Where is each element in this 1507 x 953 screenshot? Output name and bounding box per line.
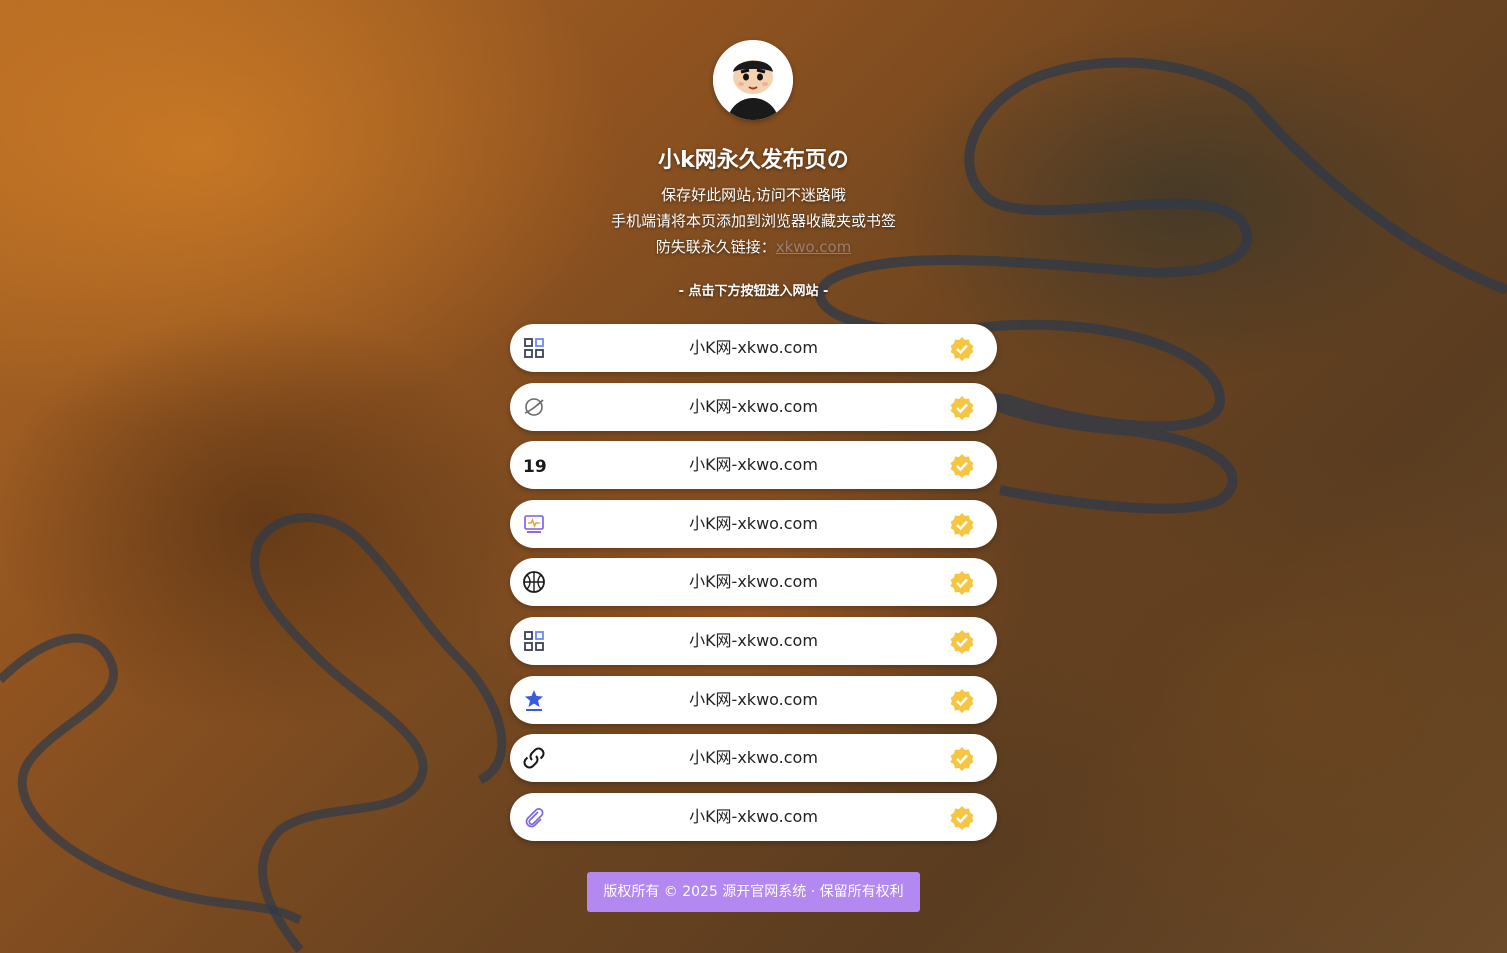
verified-badge-icon (950, 337, 974, 361)
permanent-link-label: 防失联永久链接： (655, 238, 776, 256)
site-link-button[interactable]: 小K网-xkwo.com (510, 792, 997, 841)
site-link-button[interactable]: 小K网-xkwo.com (510, 734, 997, 783)
permanent-link[interactable]: xkwo.com (776, 238, 852, 256)
site-link-button[interactable]: 19’ 小K网-xkwo.com (510, 441, 997, 490)
site-link-label: 小K网-xkwo.com (689, 396, 818, 416)
site-link-label: 小K网-xkwo.com (689, 689, 818, 709)
enter-site-hint: - 点击下方按钮进入网站 - (678, 284, 829, 299)
site-link-label: 小K网-xkwo.com (689, 513, 818, 533)
site-link-label: 小K网-xkwo.com (689, 806, 818, 826)
site-link-label: 小K网-xkwo.com (689, 630, 818, 650)
verified-badge-icon (950, 629, 974, 654)
avatar (713, 40, 793, 120)
verified-badge-icon (950, 454, 974, 479)
site-link-label: 小K网-xkwo.com (689, 338, 818, 357)
link-list: 小K网-xkwo.com 小K网-xkwo.com 19’ 小K网-xkwo.c… (510, 324, 997, 851)
verified-badge-icon (950, 395, 974, 420)
description-line-1: 保存好此网站,访问不迷路哦 (661, 186, 846, 204)
site-link-button[interactable]: 小K网-xkwo.com (510, 616, 997, 665)
verified-badge-icon (950, 747, 974, 772)
site-link-label: 小K网-xkwo.com (689, 572, 818, 592)
site-link-button[interactable]: 小K网-xkwo.com (510, 675, 997, 724)
verified-badge-icon (950, 688, 974, 713)
site-link-button[interactable]: 小K网-xkwo.com (510, 382, 997, 431)
page-title: 小k网永久发布页の (658, 148, 849, 173)
cartoon-avatar-icon (713, 40, 793, 120)
site-link-label: 小K网-xkwo.com (689, 455, 818, 475)
page: 小k网永久发布页の 保存好此网站,访问不迷路哦 手机端请将本页添加到浏览器收藏夹… (0, 0, 1507, 953)
verified-badge-icon (950, 571, 974, 596)
site-link-button[interactable]: 小K网-xkwo.com (510, 324, 997, 372)
site-link-button[interactable]: 小K网-xkwo.com (510, 499, 997, 548)
site-link-label: 小K网-xkwo.com (689, 748, 818, 768)
verified-badge-icon (950, 805, 974, 830)
site-link-button[interactable]: 小K网-xkwo.com (510, 558, 997, 607)
description-line-2: 手机端请将本页添加到浏览器收藏夹或书签 (610, 212, 896, 230)
description-line-3: 防失联永久链接：xkwo.com (0, 236, 1507, 257)
verified-badge-icon (950, 512, 974, 537)
copyright-footer: 版权所有 © 2025 源开官网系统 · 保留所有权利 (587, 872, 920, 912)
